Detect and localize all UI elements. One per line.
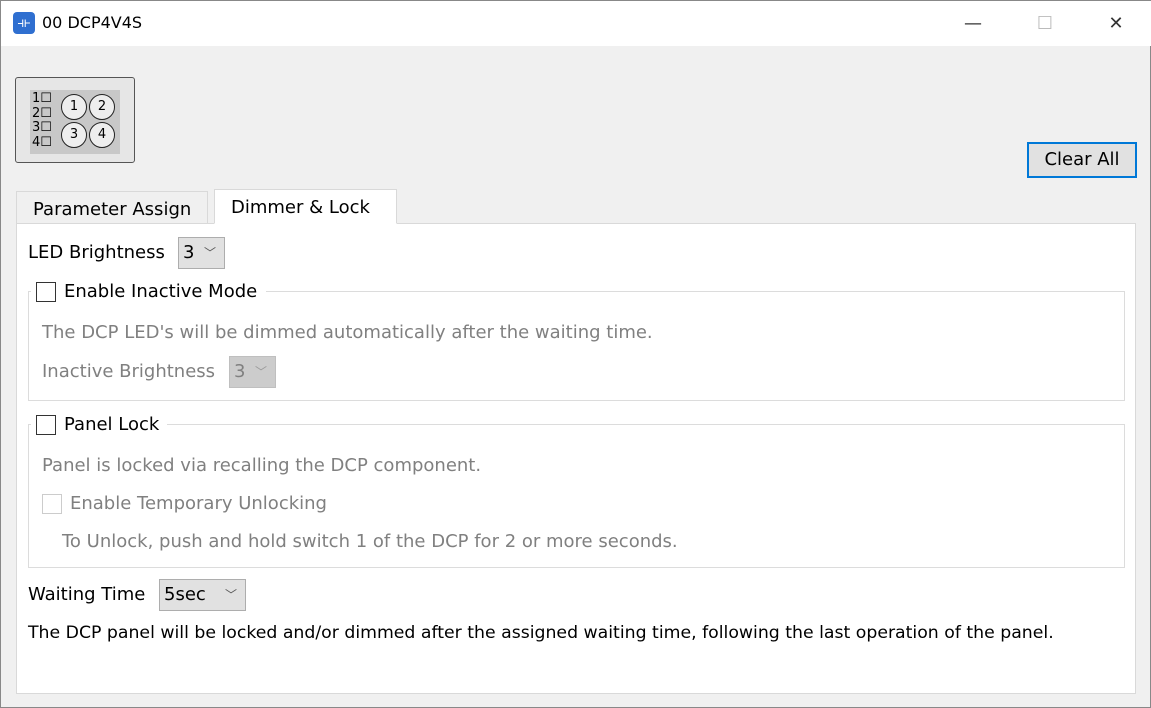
select-value: 3 xyxy=(234,361,246,382)
dcp-panel-icon: 1☐ 2☐ 3☐ 4☐ 1 2 3 4 xyxy=(30,90,120,154)
switch-icon: 3 xyxy=(61,122,87,148)
led-label: 1 xyxy=(32,91,41,106)
tab-parameter-assign[interactable]: Parameter Assign xyxy=(16,191,209,224)
led-label: 3 xyxy=(32,120,41,135)
waiting-time-label: Waiting Time xyxy=(28,584,146,605)
enable-inactive-mode-label: Enable Inactive Mode xyxy=(64,281,258,302)
led-label: 2 xyxy=(32,105,41,121)
led-label: 4 xyxy=(32,134,41,150)
inactive-brightness-select[interactable]: 3 ﹀ xyxy=(229,356,276,388)
maximize-button[interactable]: ☐ xyxy=(1025,9,1065,39)
clear-all-button[interactable]: Clear All xyxy=(1027,142,1137,178)
temporary-unlock-note: To Unlock, push and hold switch 1 of the… xyxy=(62,531,678,552)
chevron-down-icon: ﹀ xyxy=(254,365,267,379)
minimize-button[interactable]: — xyxy=(953,9,993,39)
chevron-down-icon: ﹀ xyxy=(224,588,237,602)
led-brightness-label: LED Brightness xyxy=(28,242,165,263)
waiting-time-select[interactable]: 5sec ﹀ xyxy=(159,579,246,611)
window-title: 00 DCP4V4S xyxy=(42,13,143,32)
temporary-unlock-label: Enable Temporary Unlocking xyxy=(70,493,327,514)
app-icon: ⟛ xyxy=(13,12,35,34)
chevron-down-icon: ﹀ xyxy=(203,246,216,260)
panel-lock-checkbox[interactable] xyxy=(36,415,56,435)
waiting-time-note: The DCP panel will be locked and/or dimm… xyxy=(28,623,1054,643)
panel-lock-description: Panel is locked via recalling the DCP co… xyxy=(42,455,482,476)
enable-inactive-mode-checkbox[interactable] xyxy=(36,282,56,302)
tab-dimmer-lock[interactable]: Dimmer & Lock xyxy=(214,189,397,224)
inactive-description: The DCP LED's will be dimmed automatical… xyxy=(42,322,653,343)
inactive-mode-group xyxy=(28,291,1125,401)
switch-icon: 2 xyxy=(89,94,115,120)
switch-icon: 4 xyxy=(89,122,115,148)
close-button[interactable]: ✕ xyxy=(1096,9,1136,39)
inactive-brightness-label: Inactive Brightness xyxy=(42,361,216,382)
switch-icon: 1 xyxy=(61,94,87,120)
led-brightness-select[interactable]: 3 ﹀ xyxy=(178,237,225,269)
select-value: 5sec xyxy=(164,584,206,605)
select-value: 3 xyxy=(183,242,195,263)
panel-lock-label: Panel Lock xyxy=(64,414,160,435)
temporary-unlock-checkbox[interactable] xyxy=(42,494,62,514)
panel-layout-button[interactable]: 1☐ 2☐ 3☐ 4☐ 1 2 3 4 xyxy=(15,77,135,163)
